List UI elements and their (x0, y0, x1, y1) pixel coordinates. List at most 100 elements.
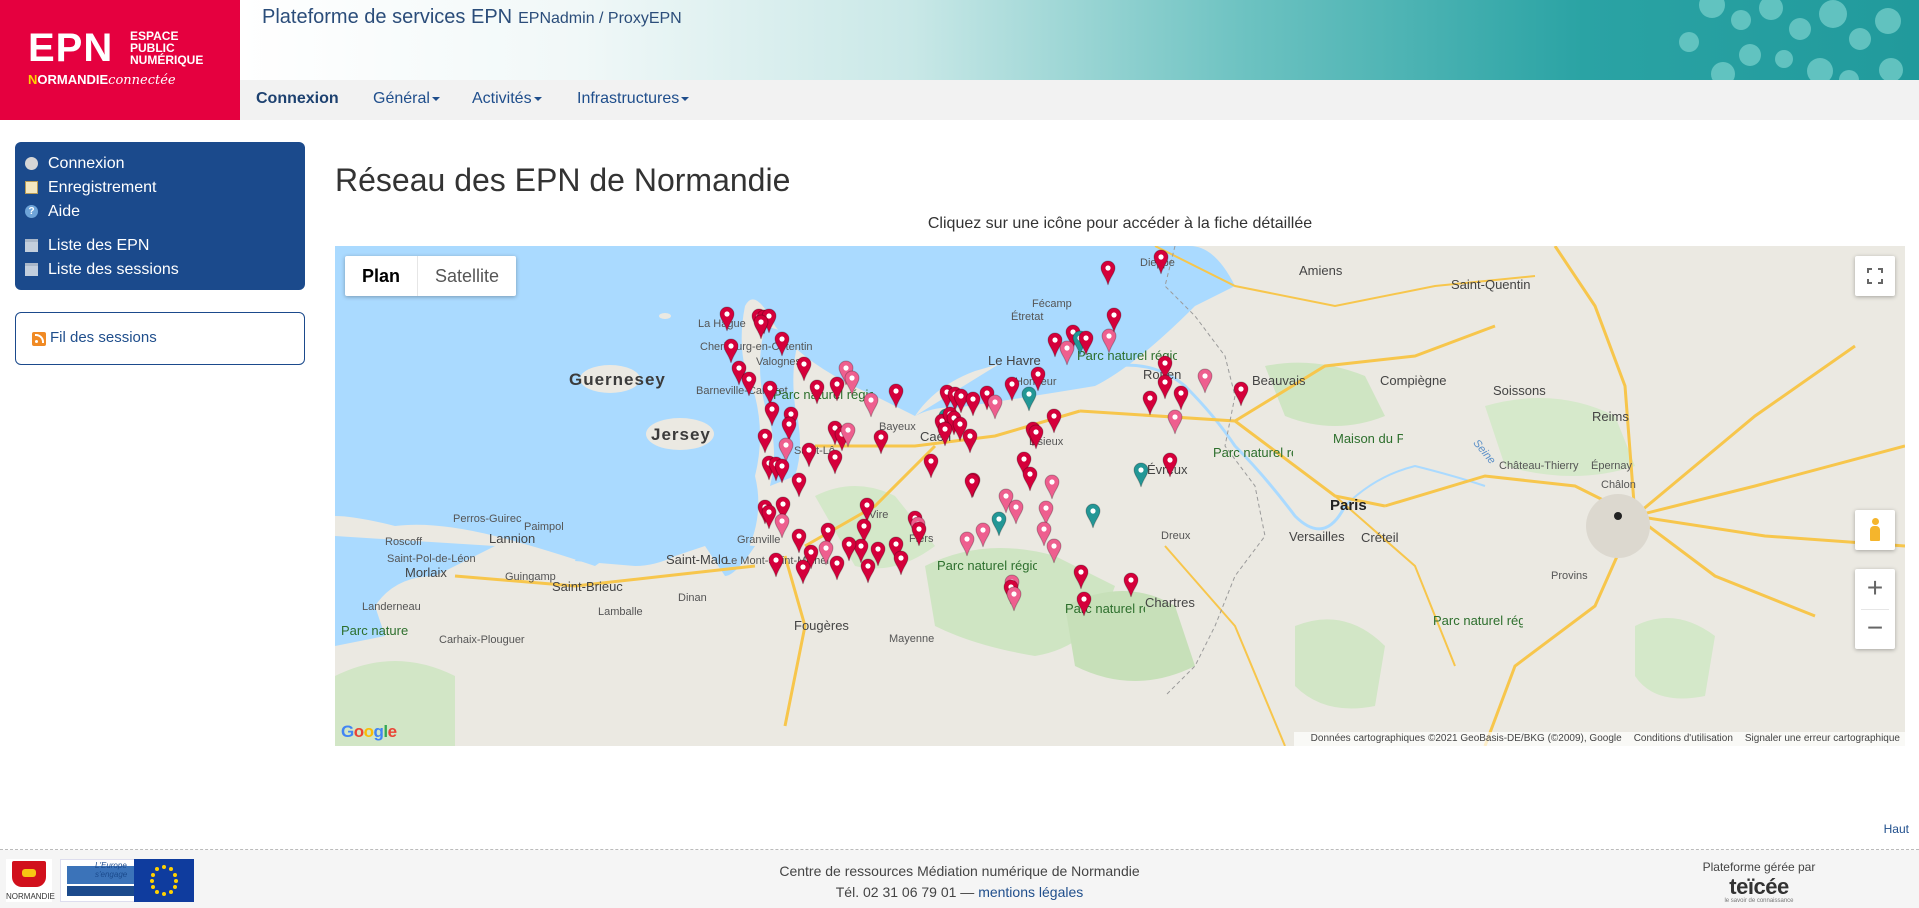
epn-marker[interactable] (937, 421, 953, 447)
epn-marker[interactable] (860, 558, 876, 584)
epn-marker[interactable] (829, 555, 845, 581)
epn-marker[interactable] (1162, 452, 1178, 478)
back-to-top-link[interactable]: Haut (1884, 822, 1909, 836)
epn-marker[interactable] (873, 429, 889, 455)
epn-marker[interactable] (1085, 503, 1101, 529)
epn-marker[interactable] (1044, 474, 1060, 500)
epn-marker[interactable] (741, 371, 757, 397)
sidebar-item-liste-epn[interactable]: Liste des EPN (15, 234, 305, 258)
folder-icon (25, 239, 38, 252)
map-report-error-link[interactable]: Signaler une erreur cartographique (1745, 733, 1900, 744)
map-pin-icon (1076, 591, 1092, 617)
nav-infrastructures[interactable]: Infrastructures (577, 90, 690, 108)
epn-marker[interactable] (1046, 538, 1062, 564)
session-feed-link[interactable]: Fil des sessions (32, 329, 157, 346)
page-footer: NORMANDIE L'Europe s'engage Centre de re… (0, 850, 1919, 908)
epn-marker[interactable] (962, 428, 978, 454)
epn-marker[interactable] (791, 472, 807, 498)
map-type-plan-button[interactable]: Plan (345, 256, 419, 296)
epn-marker[interactable] (840, 422, 856, 448)
epn-marker[interactable] (964, 473, 980, 499)
epn-marker[interactable] (809, 379, 825, 405)
epn-marker[interactable] (1004, 376, 1020, 402)
id-card-icon (25, 181, 38, 194)
epn-marker[interactable] (987, 394, 1003, 420)
map-pin-icon (1167, 409, 1183, 435)
map-type-satellite-button[interactable]: Satellite (418, 256, 516, 296)
epn-marker[interactable] (911, 521, 927, 547)
logo-region-connected: connectée (108, 73, 176, 88)
sidebar-item-connexion[interactable]: Connexion (15, 152, 305, 176)
map-pin-icon (840, 422, 856, 448)
epn-marker[interactable] (1030, 366, 1046, 392)
zoom-out-button[interactable]: − (1855, 609, 1895, 649)
epn-marker[interactable] (888, 383, 904, 409)
epn-marker[interactable] (1153, 249, 1169, 275)
epn-marker[interactable] (1167, 409, 1183, 435)
page-title: Réseau des EPN de Normandie (335, 162, 791, 198)
epn-marker[interactable] (923, 453, 939, 479)
epn-marker[interactable] (1028, 424, 1044, 450)
sidebar-item-enregistrement[interactable]: Enregistrement (15, 176, 305, 200)
epn-marker[interactable] (1022, 466, 1038, 492)
nav-connexion[interactable]: Connexion (256, 90, 339, 108)
epn-marker[interactable] (1173, 385, 1189, 411)
sidebar-item-aide[interactable]: ? Aide (15, 200, 305, 224)
logo-region: NORMANDIEconnectée (28, 72, 176, 88)
epn-marker[interactable] (795, 559, 811, 585)
epn-marker[interactable] (1073, 564, 1089, 590)
epn-marker[interactable] (719, 306, 735, 332)
help-icon: ? (25, 205, 38, 218)
epn-marker[interactable] (1233, 381, 1249, 407)
legal-notices-link[interactable]: mentions légales (978, 884, 1083, 900)
epn-marker[interactable] (844, 370, 860, 396)
teicee-logo[interactable]: teïcée (1689, 876, 1829, 898)
epn-marker[interactable] (1157, 374, 1173, 400)
epn-marker[interactable] (1008, 499, 1024, 525)
street-view-pegman-button[interactable] (1855, 510, 1895, 550)
epn-marker[interactable] (1133, 462, 1149, 488)
epn-marker[interactable] (753, 314, 769, 340)
map-pin-icon (1123, 572, 1139, 598)
epn-marker[interactable] (1123, 572, 1139, 598)
epn-map[interactable]: Guernesey Jersey Paris Amiens Saint-Quen… (335, 246, 1905, 746)
epn-marker[interactable] (975, 522, 991, 548)
epn-marker[interactable] (893, 550, 909, 576)
epn-marker[interactable] (1059, 340, 1075, 366)
fullscreen-button[interactable] (1855, 256, 1895, 296)
epn-marker[interactable] (801, 442, 817, 468)
sidebar-item-label: Liste des sessions (48, 261, 179, 278)
epn-marker[interactable] (764, 401, 780, 427)
sidebar-item-liste-sessions[interactable]: Liste des sessions (15, 258, 305, 282)
epn-marker[interactable] (774, 513, 790, 539)
sidebar-menu: Connexion Enregistrement ? Aide Liste des… (15, 142, 305, 290)
epn-normandie-logo[interactable]: EPN ESPACE PUBLIC NUMÉRIQUE NORMANDIEcon… (0, 0, 240, 120)
map-terms-link[interactable]: Conditions d'utilisation (1634, 733, 1733, 744)
epn-marker[interactable] (1197, 368, 1213, 394)
nav-general[interactable]: Général (373, 90, 440, 108)
epn-marker[interactable] (959, 531, 975, 557)
session-feed-label: Fil des sessions (50, 329, 157, 346)
map-pin-icon (923, 453, 939, 479)
epn-marker[interactable] (768, 552, 784, 578)
key-icon (25, 157, 38, 170)
map-label-paimpol: Paimpol (524, 521, 564, 533)
epn-marker[interactable] (1078, 330, 1094, 356)
epn-marker[interactable] (1106, 307, 1122, 333)
epn-marker[interactable] (774, 458, 790, 484)
epn-marker[interactable] (863, 392, 879, 418)
zoom-in-button[interactable]: + (1855, 569, 1895, 609)
epn-marker[interactable] (1076, 591, 1092, 617)
map-pin-icon (1173, 385, 1189, 411)
epn-marker[interactable] (991, 511, 1007, 537)
epn-marker[interactable] (829, 376, 845, 402)
epn-marker[interactable] (774, 331, 790, 357)
epn-marker[interactable] (757, 428, 773, 454)
epn-marker[interactable] (1100, 260, 1116, 286)
map-pin-icon (829, 376, 845, 402)
epn-marker[interactable] (827, 449, 843, 475)
epn-marker[interactable] (1142, 390, 1158, 416)
epn-marker[interactable] (1046, 408, 1062, 434)
epn-marker[interactable] (1006, 586, 1022, 612)
nav-activites[interactable]: Activités (472, 90, 542, 108)
